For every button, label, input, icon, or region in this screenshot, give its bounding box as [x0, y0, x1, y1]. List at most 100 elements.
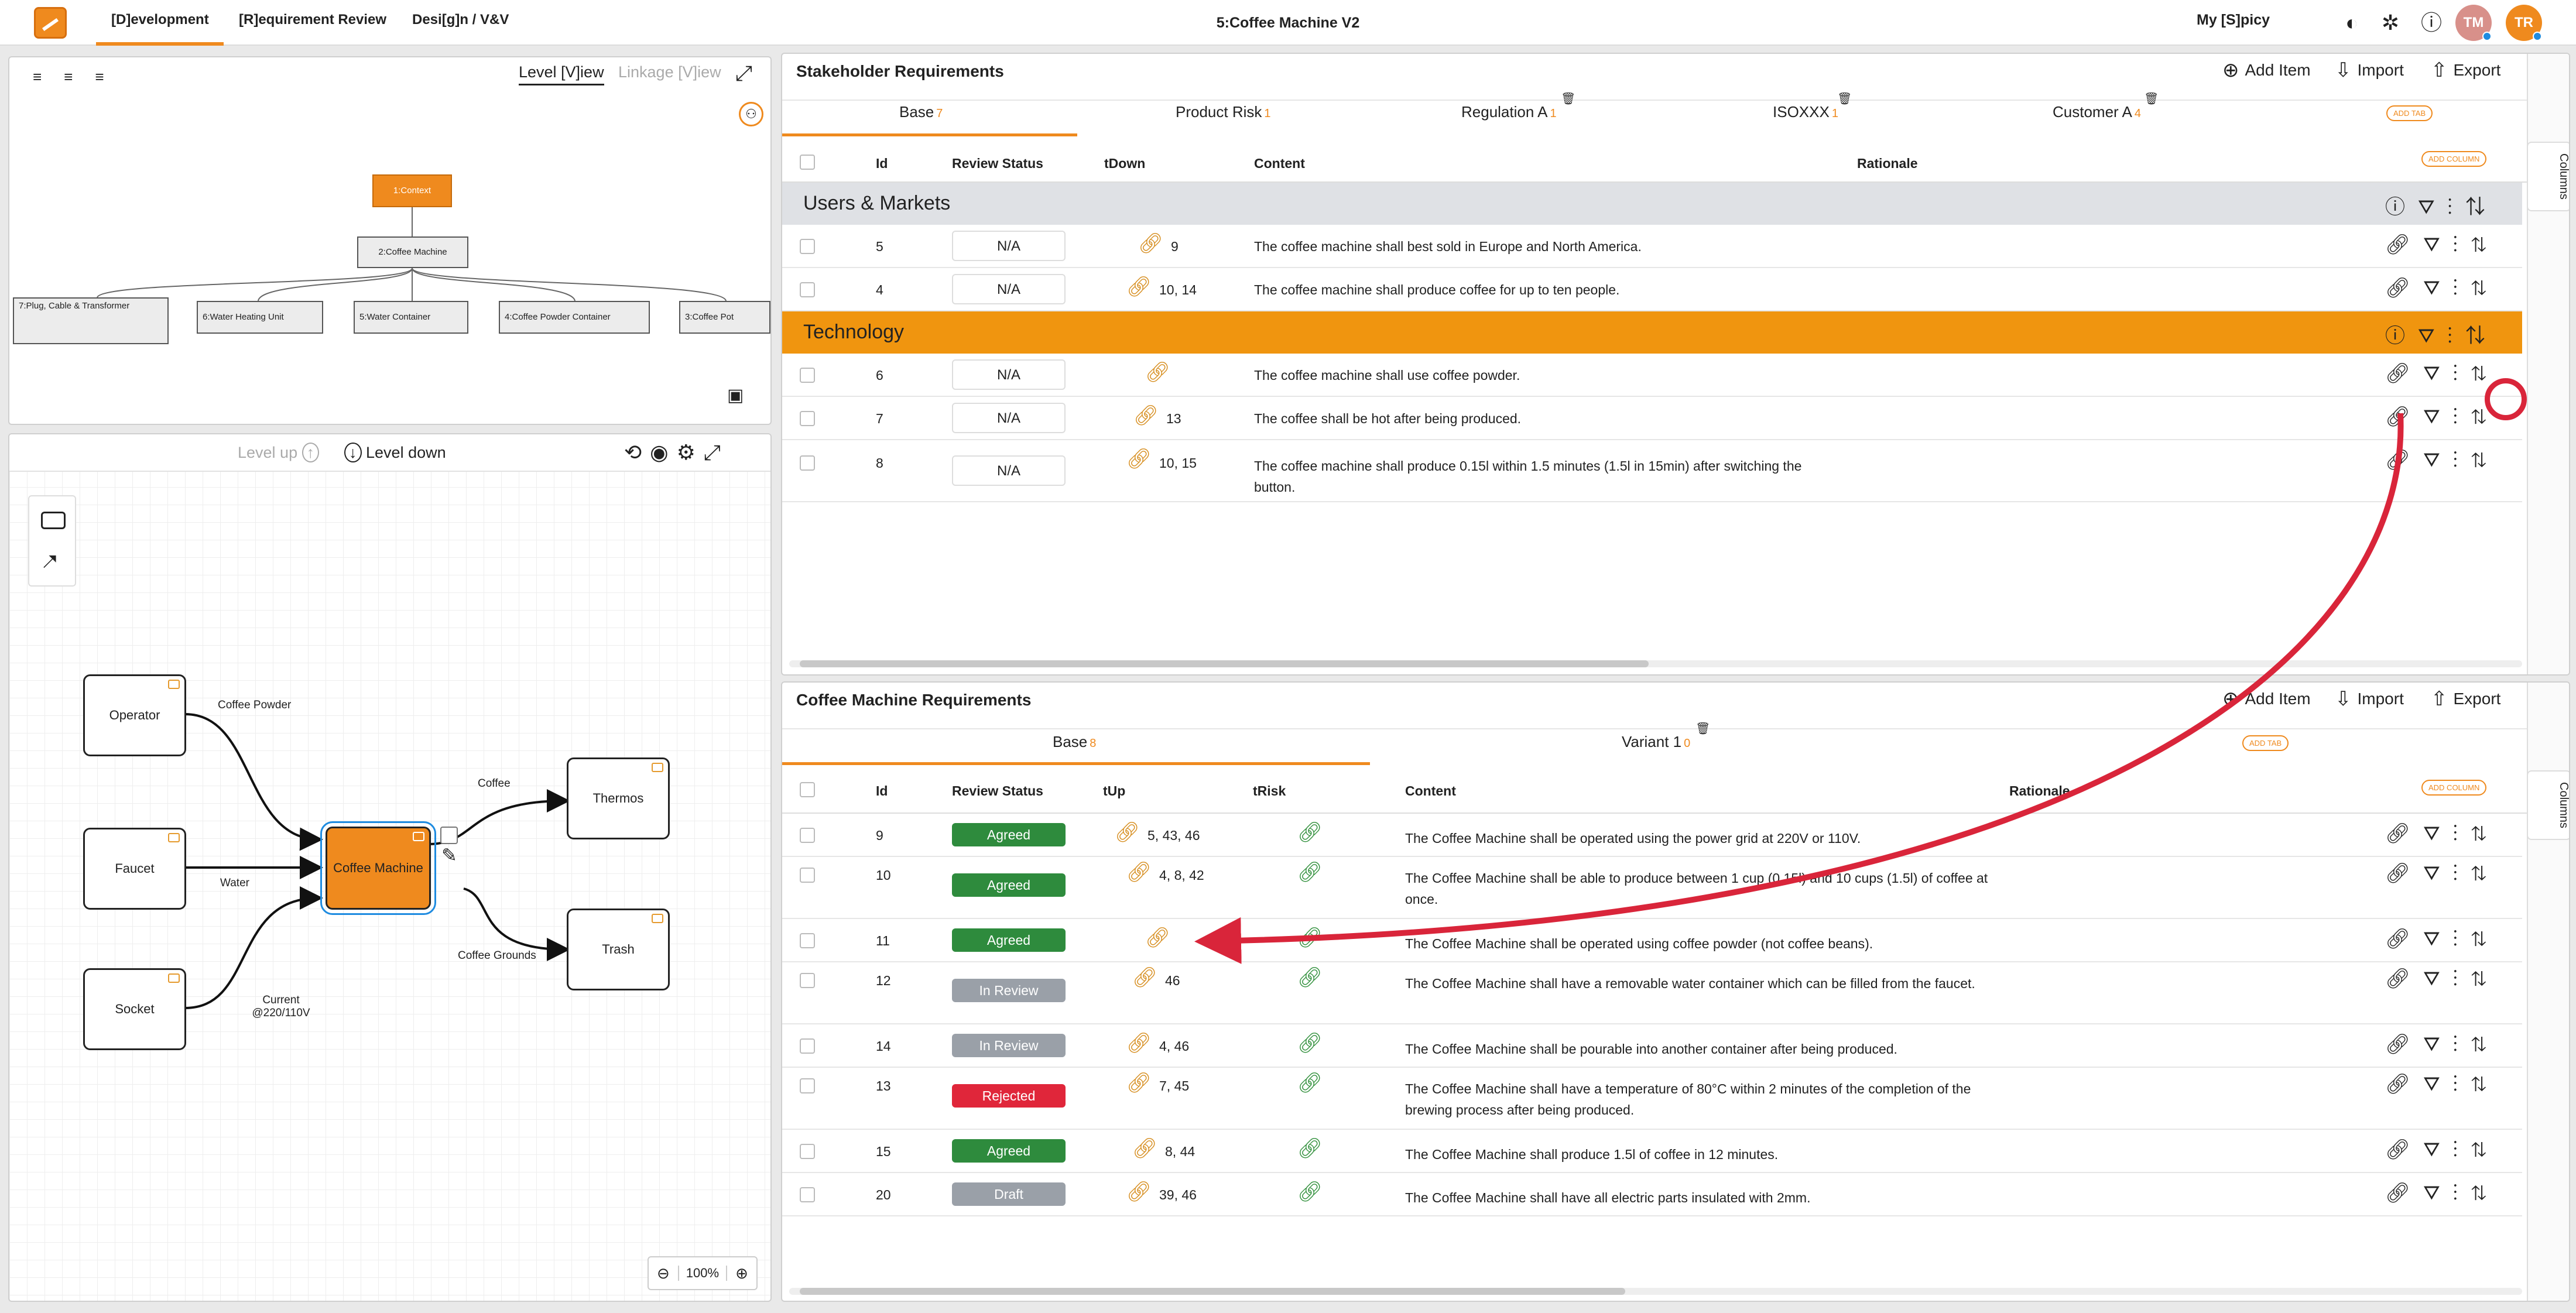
- row-actions[interactable]: 🔗︎⛛⋮⇅: [2385, 927, 2499, 951]
- group-row-technology[interactable]: Technology ⓘ⛛⋮⇅: [782, 311, 2522, 354]
- tree-node-context[interactable]: 1:Context: [372, 174, 452, 207]
- delete-tab-icon[interactable]: 🗑: [1837, 91, 1852, 106]
- diagram-node-operator[interactable]: Operator: [83, 674, 186, 756]
- connector-handle[interactable]: [440, 827, 458, 844]
- trace-link-icon[interactable]: 🔗︎: [1126, 1180, 1152, 1204]
- row-actions[interactable]: 🔗︎⛛⋮⇅: [2385, 1181, 2499, 1205]
- col-header-tup[interactable]: tUp: [1103, 783, 1125, 799]
- diagram-node-socket[interactable]: Socket: [83, 968, 186, 1050]
- risk-link-icon[interactable]: 🔗︎: [1297, 1071, 1323, 1095]
- risk-link-icon[interactable]: 🔗︎: [1297, 1031, 1323, 1055]
- review-status[interactable]: N/A: [952, 359, 1066, 390]
- tree-node-plug[interactable]: 7:Plug, Cable & Transformer: [13, 297, 169, 344]
- my-spicy-link[interactable]: My [S]picy: [2197, 12, 2270, 29]
- add-column-button[interactable]: ADD COLUMN: [2421, 151, 2487, 167]
- avatar-tr[interactable]: TR: [2506, 5, 2542, 41]
- export-button[interactable]: ⇧ Export: [2431, 687, 2500, 711]
- review-status[interactable]: N/A: [952, 274, 1066, 304]
- row-checkbox[interactable]: [800, 1144, 815, 1159]
- col-header-content[interactable]: Content: [1405, 783, 1456, 799]
- diagram-node-coffee-machine[interactable]: Coffee Machine: [320, 821, 436, 915]
- requirement-content[interactable]: The Coffee Machine shall have a temperat…: [1405, 1078, 1991, 1120]
- row-checkbox[interactable]: [800, 973, 815, 988]
- zoom-in-icon[interactable]: ⊕: [727, 1264, 756, 1283]
- row-checkbox[interactable]: [800, 828, 815, 843]
- trace-link-icon[interactable]: 🔗︎: [1126, 861, 1152, 884]
- requirement-content[interactable]: The Coffee Machine shall have all electr…: [1405, 1187, 1991, 1208]
- trace-link-icon[interactable]: 🔗︎: [1126, 447, 1152, 471]
- table-row[interactable]: 7 N/A 🔗︎ 13 The coffee shall be hot afte…: [782, 397, 2522, 440]
- table-row[interactable]: 8 N/A 🔗︎ 10, 15 The coffee machine shall…: [782, 440, 2522, 502]
- tree-node-coffee-pot[interactable]: 3:Coffee Pot: [679, 301, 770, 334]
- trace-link-icon[interactable]: 🔗︎: [1126, 1031, 1152, 1055]
- delete-tab-icon[interactable]: 🗑: [1561, 91, 1575, 106]
- row-actions[interactable]: 🔗︎⛛⋮⇅: [2385, 822, 2499, 845]
- table-row[interactable]: 4 N/A 🔗︎ 10, 14 The coffee machine shall…: [782, 268, 2522, 311]
- col-header-id[interactable]: Id: [876, 156, 888, 172]
- fit-screen-icon[interactable]: ▣: [727, 385, 744, 406]
- col-header-tdown[interactable]: tDown: [1104, 156, 1145, 172]
- status-badge[interactable]: Draft: [952, 1182, 1066, 1206]
- row-actions[interactable]: 🔗︎⛛⋮⇅: [2385, 967, 2499, 990]
- trace-link-icon[interactable]: 🔗︎: [1132, 966, 1157, 989]
- row-checkbox[interactable]: [800, 282, 815, 297]
- trace-link-icon[interactable]: 🔗︎: [1132, 1137, 1157, 1160]
- risk-link-icon[interactable]: 🔗︎: [1297, 966, 1323, 989]
- requirement-content[interactable]: The Coffee Machine shall be operated usi…: [1405, 828, 1991, 849]
- avatar-tm[interactable]: TM: [2455, 5, 2492, 41]
- diagram-node-trash[interactable]: Trash: [567, 909, 670, 990]
- requirement-content[interactable]: The Coffee Machine shall produce 1.5l of…: [1405, 1144, 1991, 1165]
- columns-tab[interactable]: Columns: [2527, 770, 2569, 840]
- tab-variant-1[interactable]: Variant 10: [1622, 733, 1690, 751]
- table-row[interactable]: 20 Draft 🔗︎ 39, 46 🔗︎ The Coffee Machine shal…: [782, 1173, 2522, 1216]
- status-badge[interactable]: Agreed: [952, 928, 1066, 952]
- add-item-button[interactable]: ⊕ Add Item: [2222, 687, 2311, 711]
- table-row[interactable]: 12 In Review 🔗︎ 46 🔗︎ The Coffee Machine shal…: [782, 962, 2522, 1024]
- col-header-rationale[interactable]: Rationale: [1857, 156, 1918, 172]
- table-row[interactable]: 14 In Review 🔗︎ 4, 46 🔗︎ The Coffee Machine s…: [782, 1024, 2522, 1068]
- col-header-review-status[interactable]: Review Status: [952, 156, 1043, 172]
- horizontal-scrollbar-thumb[interactable]: [800, 660, 1649, 667]
- col-header-rationale[interactable]: Rationale: [2009, 783, 2070, 799]
- diagram-node-faucet[interactable]: Faucet: [83, 828, 186, 910]
- row-actions[interactable]: 🔗︎⛛⋮⇅: [2385, 1033, 2499, 1056]
- status-badge[interactable]: Agreed: [952, 873, 1066, 897]
- risk-link-icon[interactable]: 🔗︎: [1297, 861, 1323, 884]
- status-badge[interactable]: In Review: [952, 1034, 1066, 1057]
- risk-link-icon[interactable]: 🔗︎: [1297, 1180, 1323, 1204]
- col-header-review-status[interactable]: Review Status: [952, 783, 1043, 799]
- requirement-content[interactable]: The Coffee Machine shall have a removabl…: [1405, 973, 1991, 994]
- tree-node-coffee-powder[interactable]: 4:Coffee Powder Container: [499, 301, 650, 334]
- bug-report-icon[interactable]: ✲: [2378, 11, 2403, 35]
- requirement-content[interactable]: The coffee machine shall produce 0.15l w…: [1254, 455, 1816, 498]
- risk-link-icon[interactable]: 🔗︎: [1297, 926, 1323, 949]
- row-checkbox[interactable]: [800, 933, 815, 948]
- table-row[interactable]: 15 Agreed 🔗︎ 8, 44 🔗︎ The Coffee Machine shal…: [782, 1130, 2522, 1173]
- row-actions[interactable]: 🔗︎⛛⋮⇅: [2385, 1138, 2499, 1161]
- select-all-checkbox[interactable]: [800, 782, 815, 797]
- add-tab-button[interactable]: ADD TAB: [2242, 735, 2289, 751]
- add-item-button[interactable]: ⊕ Add Item: [2222, 59, 2311, 82]
- requirement-content[interactable]: The coffee machine shall use coffee powd…: [1254, 368, 1520, 383]
- trace-link-icon[interactable]: 🔗︎: [1115, 821, 1140, 844]
- group-row-users-markets[interactable]: Users & Markets ⓘ⛛⋮⇅: [782, 183, 2522, 225]
- row-actions[interactable]: 🔗︎⛛⋮⇅: [2385, 405, 2499, 428]
- table-row[interactable]: 13 Rejected 🔗︎ 7, 45 🔗︎ The Coffee Machine sh…: [782, 1068, 2522, 1130]
- tab-product-risk[interactable]: Product Risk 1: [1176, 103, 1271, 121]
- trace-link-icon[interactable]: 🔗︎: [1138, 232, 1163, 255]
- theme-toggle-icon[interactable]: ◐: [2339, 11, 2364, 35]
- row-actions[interactable]: 🔗︎⛛⋮⇅: [2385, 448, 2499, 472]
- table-row[interactable]: 10 Agreed 🔗︎ 4, 8, 42 🔗︎ The Coffee Machine s…: [782, 857, 2522, 919]
- select-all-checkbox[interactable]: [800, 155, 815, 170]
- delete-tab-icon[interactable]: 🗑: [2144, 91, 2159, 106]
- review-status[interactable]: N/A: [952, 455, 1066, 486]
- trace-link-icon[interactable]: 🔗︎: [1126, 275, 1152, 299]
- row-checkbox[interactable]: [800, 1078, 815, 1093]
- tab-regulation-a[interactable]: Regulation A1: [1461, 103, 1557, 121]
- row-actions[interactable]: 🔗︎⛛⋮⇅: [2385, 233, 2499, 256]
- col-header-id[interactable]: Id: [876, 783, 888, 799]
- status-badge[interactable]: In Review: [952, 979, 1066, 1002]
- tree-node-water-heating[interactable]: 6:Water Heating Unit: [197, 301, 323, 334]
- tree-node-coffee-machine[interactable]: 2:Coffee Machine: [357, 236, 468, 268]
- requirement-content[interactable]: The Coffee Machine shall be pourable int…: [1405, 1038, 1991, 1060]
